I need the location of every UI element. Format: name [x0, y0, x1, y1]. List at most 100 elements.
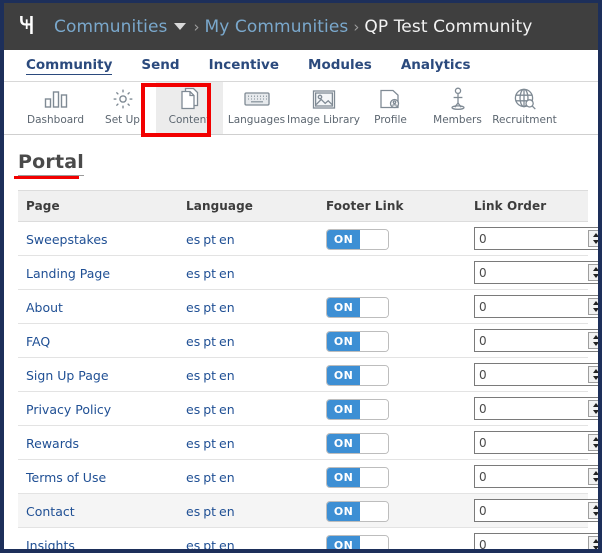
link-order-stepper[interactable] [588, 502, 598, 519]
language-link-en[interactable]: en [219, 402, 235, 417]
footer-link-toggle[interactable]: ON [326, 364, 389, 386]
toolbar-item-image-library[interactable]: Image Library [287, 82, 360, 134]
language-link-en[interactable]: en [219, 436, 235, 451]
page-link-privacy-policy[interactable]: Privacy Policy [26, 402, 111, 417]
stepper-up-button[interactable] [589, 435, 598, 443]
tab-send[interactable]: Send [141, 57, 179, 74]
language-link-es[interactable]: es [186, 300, 200, 315]
language-link-en[interactable]: en [219, 504, 235, 519]
stepper-down-button[interactable] [589, 409, 598, 417]
stepper-down-button[interactable] [589, 511, 598, 519]
questionpro-logo-icon[interactable]: Ҹ [18, 12, 40, 41]
language-link-pt[interactable]: pt [203, 402, 216, 417]
page-link-about[interactable]: About [26, 300, 63, 315]
language-link-en[interactable]: en [219, 300, 235, 315]
page-link-sign-up-page[interactable]: Sign Up Page [26, 368, 109, 383]
table-row[interactable]: Terms of Use es pt en ON 0 [18, 459, 598, 494]
column-header-footer-link[interactable]: Footer Link [318, 190, 466, 222]
column-header-link-order[interactable]: Link Order [466, 190, 588, 222]
language-link-es[interactable]: es [186, 368, 200, 383]
footer-link-toggle[interactable]: ON [326, 296, 389, 318]
table-row[interactable]: Rewards es pt en ON 0 [18, 425, 598, 460]
tab-analytics[interactable]: Analytics [401, 57, 471, 74]
table-row[interactable]: Sweepstakes es pt en ON 0 [18, 221, 598, 256]
footer-link-toggle[interactable]: ON [326, 500, 389, 522]
table-row[interactable]: Insights es pt en ON 0 [18, 527, 598, 549]
breadcrumb-item-communities[interactable]: Communities [54, 17, 167, 37]
stepper-down-button[interactable] [589, 273, 598, 281]
link-order-input[interactable]: 0 [474, 397, 598, 420]
language-link-es[interactable]: es [186, 266, 200, 281]
stepper-up-button[interactable] [589, 231, 598, 239]
toolbar-item-content[interactable]: Content [156, 82, 223, 134]
link-order-input[interactable]: 0 [474, 363, 598, 386]
link-order-input[interactable]: 0 [474, 261, 598, 284]
tab-modules[interactable]: Modules [308, 57, 372, 74]
language-link-pt[interactable]: pt [203, 266, 216, 281]
stepper-up-button[interactable] [589, 265, 598, 273]
link-order-stepper[interactable] [588, 366, 598, 383]
language-link-pt[interactable]: pt [203, 334, 216, 349]
footer-link-toggle[interactable]: ON [326, 228, 389, 250]
language-link-pt[interactable]: pt [203, 538, 216, 549]
stepper-up-button[interactable] [589, 333, 598, 341]
link-order-stepper[interactable] [588, 264, 598, 281]
page-link-sweepstakes[interactable]: Sweepstakes [26, 232, 108, 247]
column-header-language[interactable]: Language [178, 190, 318, 222]
toolbar-item-languages[interactable]: Languages [223, 82, 290, 134]
stepper-down-button[interactable] [589, 375, 598, 383]
footer-link-toggle[interactable]: ON [326, 466, 389, 488]
language-link-en[interactable]: en [219, 368, 235, 383]
page-link-terms-of-use[interactable]: Terms of Use [26, 470, 106, 485]
language-link-pt[interactable]: pt [203, 232, 216, 247]
language-link-en[interactable]: en [219, 266, 235, 281]
stepper-down-button[interactable] [589, 443, 598, 451]
language-link-en[interactable]: en [219, 334, 235, 349]
table-row[interactable]: Landing Page es pt en 0 [18, 255, 598, 290]
footer-link-toggle[interactable]: ON [326, 432, 389, 454]
stepper-up-button[interactable] [589, 469, 598, 477]
language-link-es[interactable]: es [186, 538, 200, 549]
stepper-up-button[interactable] [589, 537, 598, 545]
language-link-es[interactable]: es [186, 232, 200, 247]
link-order-stepper[interactable] [588, 468, 598, 485]
language-link-pt[interactable]: pt [203, 470, 216, 485]
table-row[interactable]: Sign Up Page es pt en ON 0 [18, 357, 598, 392]
footer-link-toggle[interactable]: ON [326, 330, 389, 352]
stepper-up-button[interactable] [589, 299, 598, 307]
breadcrumb-item-my-communities[interactable]: My Communities [204, 17, 348, 37]
language-link-pt[interactable]: pt [203, 368, 216, 383]
chevron-down-icon[interactable] [174, 23, 187, 30]
link-order-input[interactable]: 0 [474, 431, 598, 454]
link-order-input[interactable]: 0 [474, 329, 598, 352]
language-link-pt[interactable]: pt [203, 300, 216, 315]
stepper-down-button[interactable] [589, 239, 598, 247]
language-link-pt[interactable]: pt [203, 504, 216, 519]
link-order-input[interactable]: 0 [474, 295, 598, 318]
link-order-input[interactable]: 0 [474, 533, 598, 549]
toolbar-item-members[interactable]: Members [424, 82, 491, 134]
language-link-en[interactable]: en [219, 232, 235, 247]
language-link-en[interactable]: en [219, 470, 235, 485]
stepper-down-button[interactable] [589, 307, 598, 315]
column-header-page[interactable]: Page [18, 190, 178, 222]
stepper-up-button[interactable] [589, 367, 598, 375]
link-order-input[interactable]: 0 [474, 499, 598, 522]
stepper-down-button[interactable] [589, 545, 598, 549]
stepper-up-button[interactable] [589, 401, 598, 409]
page-link-rewards[interactable]: Rewards [26, 436, 79, 451]
language-link-en[interactable]: en [219, 538, 235, 549]
footer-link-toggle[interactable]: ON [326, 534, 389, 549]
footer-link-toggle[interactable]: ON [326, 398, 389, 420]
toolbar-item-recruitment[interactable]: Recruitment [491, 82, 558, 134]
link-order-stepper[interactable] [588, 434, 598, 451]
stepper-up-button[interactable] [589, 503, 598, 511]
stepper-down-button[interactable] [589, 477, 598, 485]
link-order-input[interactable]: 0 [474, 465, 598, 488]
toolbar-item-profile[interactable]: Profile [357, 82, 424, 134]
link-order-input[interactable]: 0 [474, 227, 598, 250]
language-link-es[interactable]: es [186, 470, 200, 485]
link-order-stepper[interactable] [588, 230, 598, 247]
page-link-contact[interactable]: Contact [26, 504, 75, 519]
language-link-es[interactable]: es [186, 436, 200, 451]
